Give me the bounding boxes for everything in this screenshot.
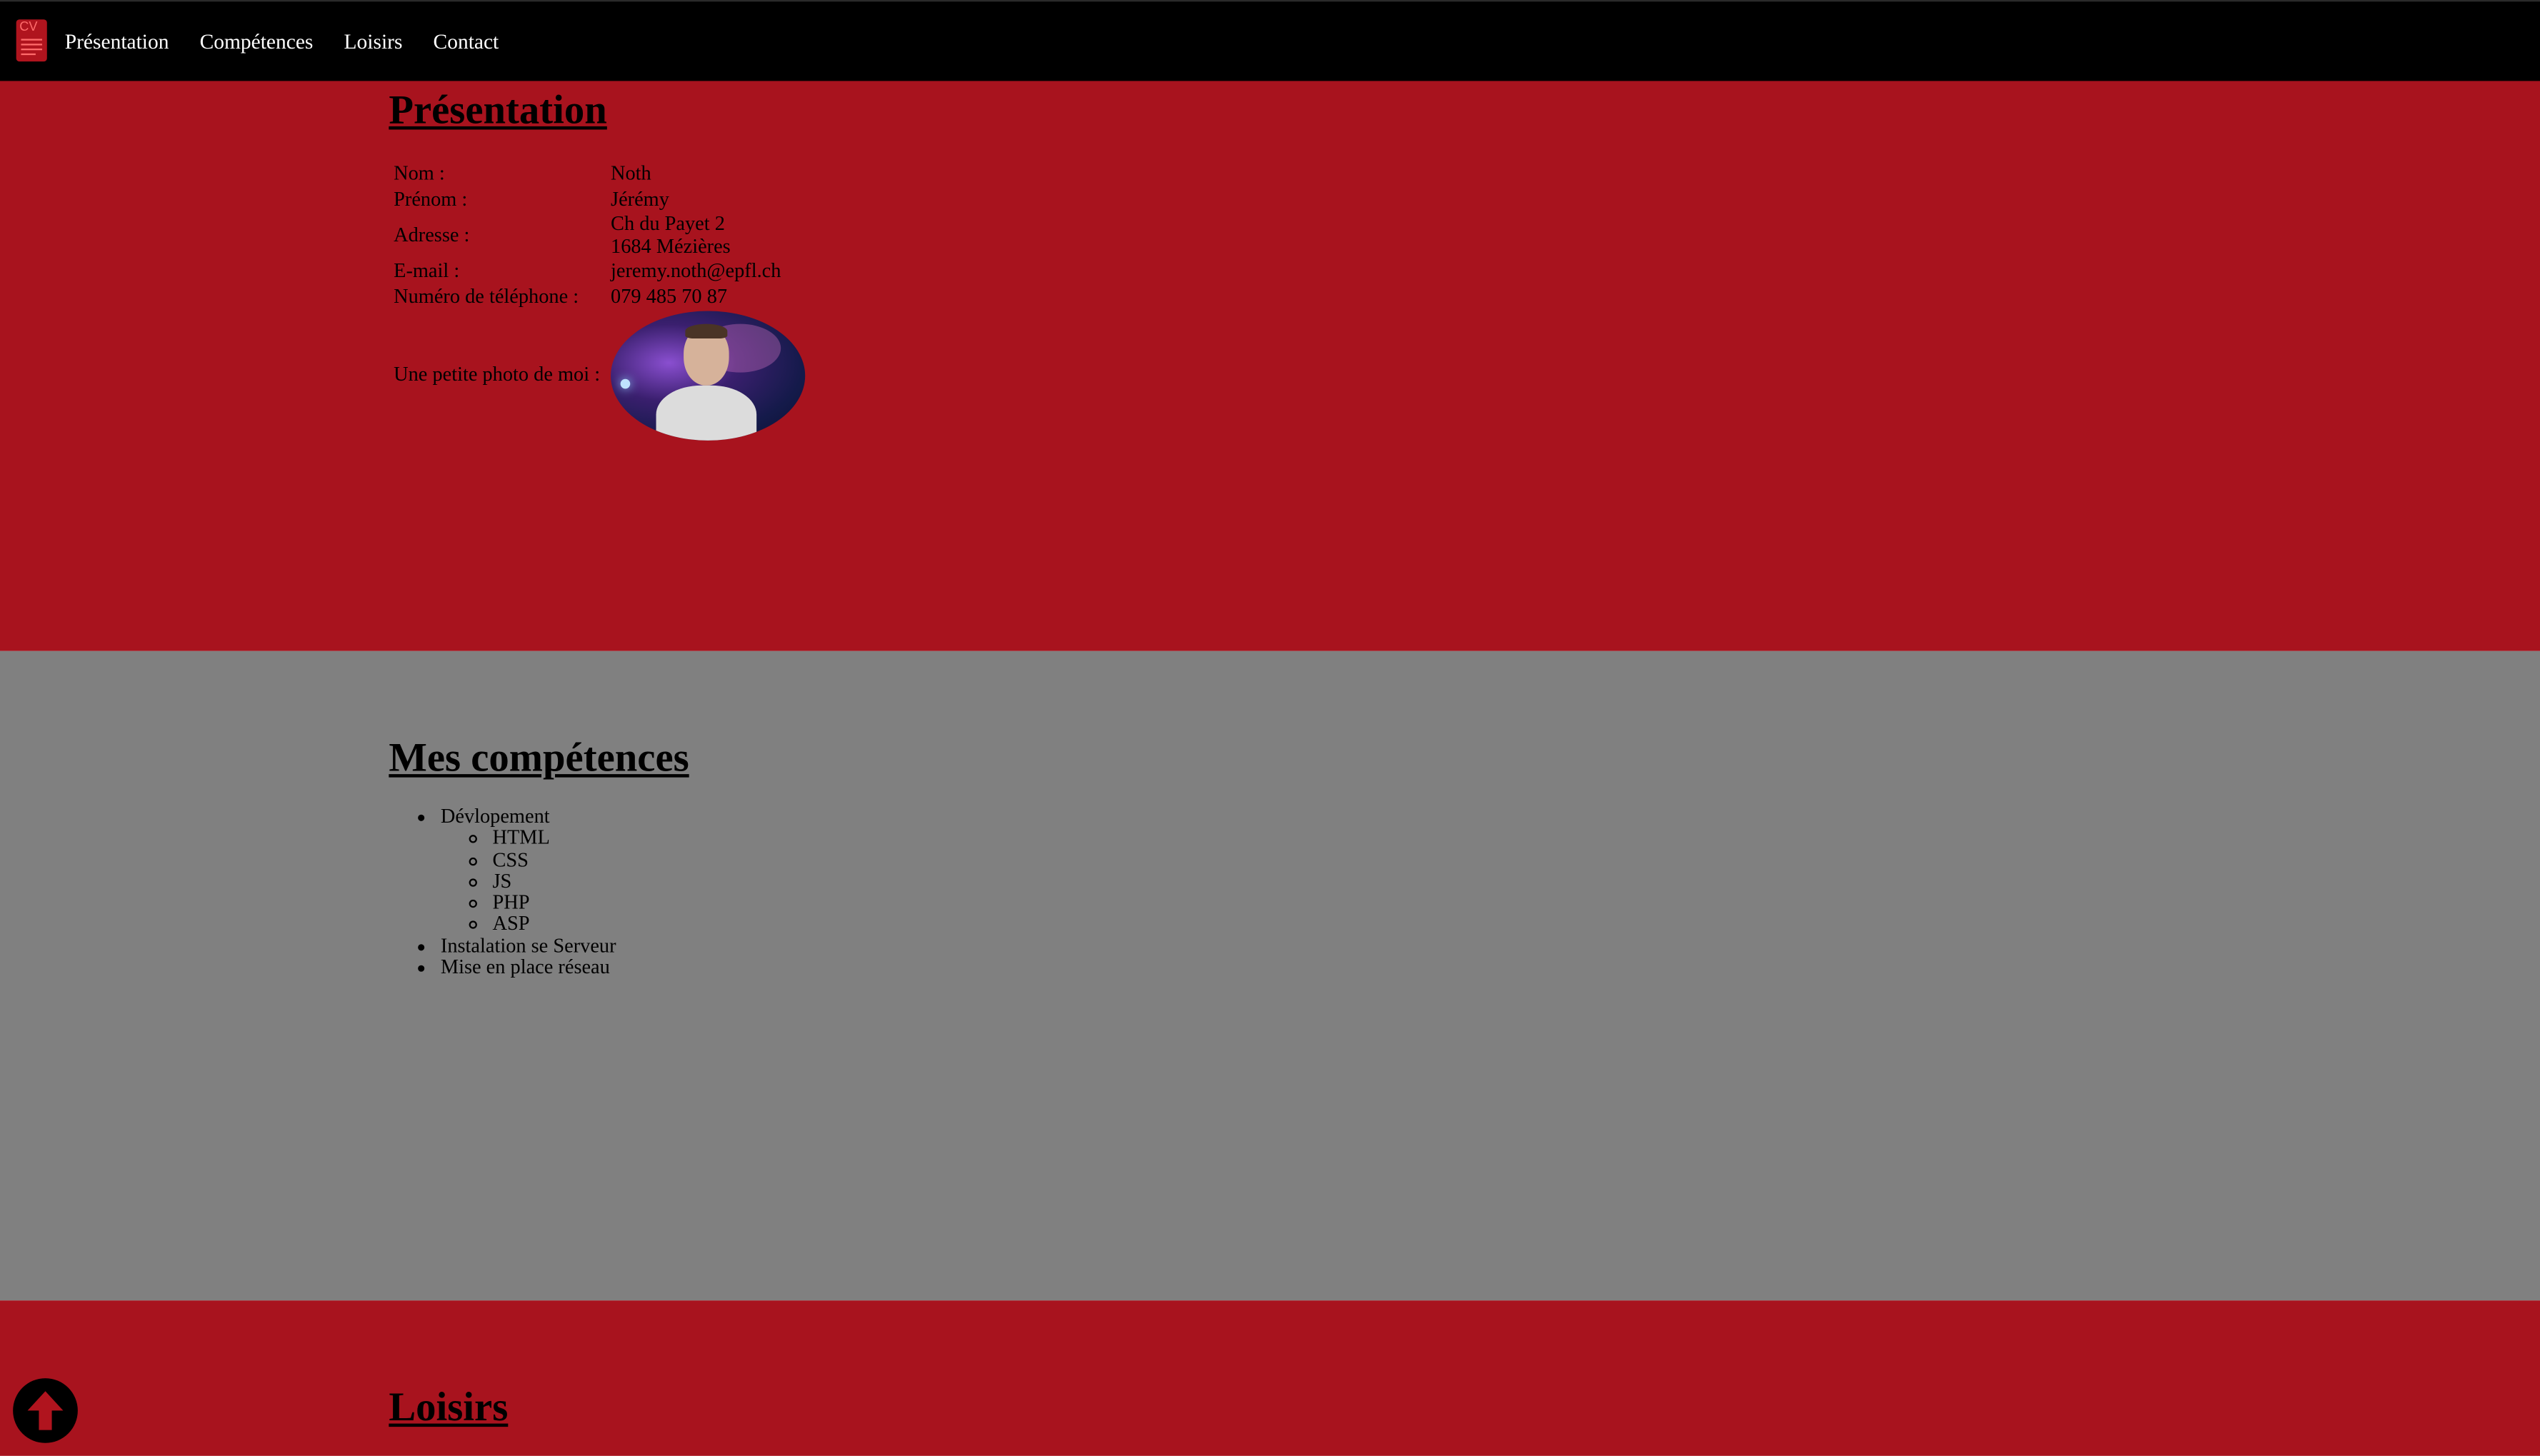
address-label: Adresse : [394, 223, 470, 246]
table-row: Adresse : Ch du Payet 2 1684 Mézières [392, 212, 807, 257]
table-row: E-mail : jeremy.noth@epfl.ch [392, 258, 807, 283]
address-value: Ch du Payet 2 1684 Mézières [609, 212, 807, 257]
phone-label: Numéro de téléphone : [394, 284, 579, 307]
photo-label: Une petite photo de moi : [394, 363, 601, 386]
list-item: CSS [492, 848, 616, 871]
cv-logo-icon[interactable]: CV [16, 19, 47, 62]
skill-development: Dévlopement [440, 805, 550, 828]
table-row: Numéro de téléphone : 079 485 70 87 [392, 284, 807, 308]
list-item: HTML [492, 827, 616, 850]
competences-section: Mes compétences Dévlopement HTML CSS JS … [0, 651, 2540, 1301]
skills-list: Dévlopement HTML CSS JS PHP ASP Instalat… [389, 805, 616, 979]
table-row: Prénom : Jérémy [392, 186, 807, 211]
list-item: ASP [492, 913, 616, 935]
nav-link-contact[interactable]: Contact [434, 28, 499, 57]
loisirs-title: Loisirs [389, 1386, 509, 1430]
presentation-title: Présentation [389, 89, 607, 133]
presentation-section: Présentation Nom : Noth Prénom : Jérémy … [0, 77, 2540, 651]
address-line-1: Ch du Payet 2 [611, 212, 725, 235]
name-value: Noth [611, 161, 651, 185]
table-row: Une petite photo de moi : [392, 311, 807, 441]
email-label: E-mail : [394, 258, 460, 282]
back-to-top-button[interactable] [13, 1378, 78, 1443]
list-item: Instalation se Serveur [441, 935, 616, 957]
nav-links: Présentation Compétences Loisirs Contact [65, 28, 530, 57]
list-item: JS [492, 870, 616, 893]
competences-title: Mes compétences [389, 736, 689, 781]
firstname-value: Jérémy [611, 186, 669, 210]
email-value: jeremy.noth@epfl.ch [611, 258, 781, 282]
sub-skills-list: HTML CSS JS PHP ASP [441, 827, 616, 936]
list-item: PHP [492, 891, 616, 914]
loisirs-section: Loisirs [0, 1300, 2540, 1456]
profile-photo [611, 311, 806, 441]
name-label: Nom : [394, 161, 445, 185]
nav-link-presentation[interactable]: Présentation [65, 28, 169, 57]
firstname-label: Prénom : [394, 186, 468, 210]
nav-link-loisirs[interactable]: Loisirs [344, 28, 403, 57]
list-item: Mise en place réseau [441, 956, 616, 979]
nav-link-competences[interactable]: Compétences [200, 28, 314, 57]
table-row: Nom : Noth [392, 161, 807, 186]
navbar: CV Présentation Compétences Loisirs Cont… [0, 0, 2540, 81]
logo-text: CV [19, 19, 38, 34]
list-item: Dévlopement HTML CSS JS PHP ASP [440, 805, 616, 936]
phone-value: 079 485 70 87 [611, 284, 728, 307]
personal-info-table: Nom : Noth Prénom : Jérémy Adresse : Ch … [389, 161, 810, 444]
arrow-up-icon [27, 1391, 64, 1430]
address-line-2: 1684 Mézières [611, 234, 731, 257]
